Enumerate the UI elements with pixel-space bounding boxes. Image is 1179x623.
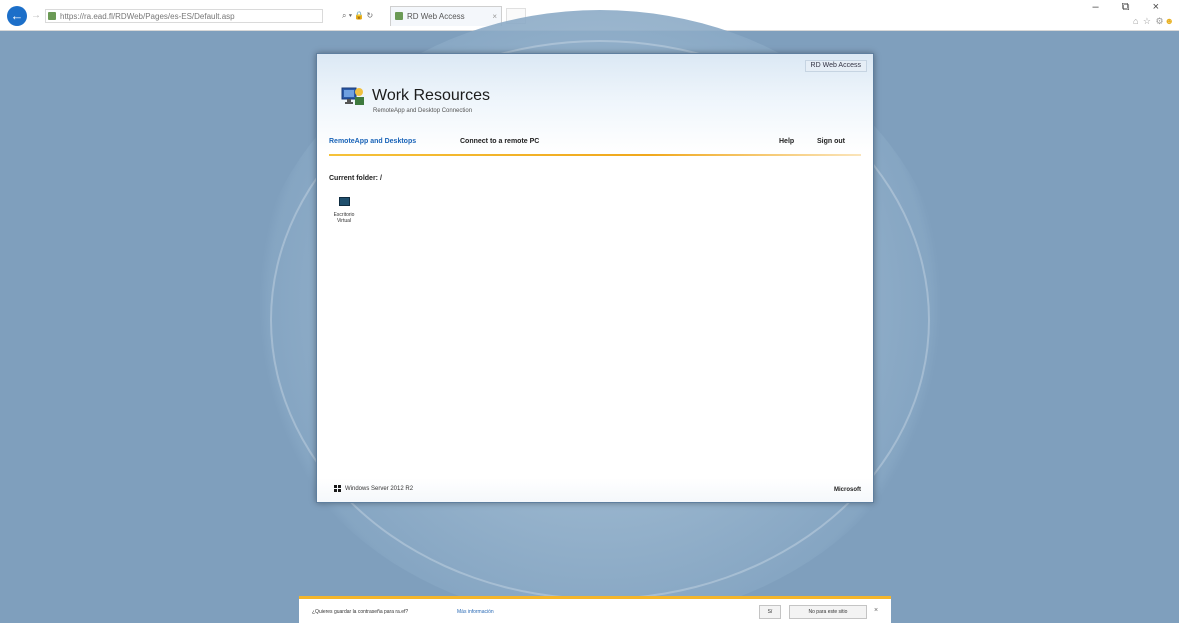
panel-footer: Windows Server 2012 R2 Microsoft	[317, 478, 873, 502]
windows-logo-icon	[334, 485, 342, 493]
more-info-link[interactable]: Más información	[457, 608, 494, 616]
work-resources-logo-icon	[341, 87, 364, 105]
desktop-icon[interactable]	[338, 197, 350, 206]
site-subtitle: RemoteApp and Desktop Connection	[373, 108, 473, 114]
forward-arrow-icon[interactable]: →	[30, 10, 42, 22]
tab-favicon-icon	[395, 12, 403, 20]
resource-label[interactable]: Escritorio Virtual	[329, 212, 359, 224]
tab-rd-web-access[interactable]: RD Web Access ×	[390, 6, 502, 26]
yes-button[interactable]: Sí	[759, 605, 781, 619]
footer-microsoft: Microsoft	[834, 487, 861, 493]
nav-underline	[329, 154, 861, 156]
notification-text: ¿Quieres guardar la contraseña para ra.e…	[312, 609, 409, 615]
site-favicon-icon	[48, 12, 56, 20]
window-controls[interactable]: – ⧉ ×	[1092, 1, 1169, 14]
brand-badge: RD Web Access	[804, 60, 867, 72]
back-arrow-icon[interactable]: ←	[7, 6, 27, 26]
footer-windows-server: Windows Server 2012 R2	[345, 486, 414, 492]
tab-title: RD Web Access	[407, 12, 465, 21]
browser-toolbar-icons[interactable]: ⌂ ☆ ⚙☻	[1133, 16, 1175, 27]
address-url[interactable]: https://ra.ead.fl/RDWeb/Pages/es-ES/Defa…	[60, 11, 235, 22]
sign-out-link[interactable]: Sign out	[817, 137, 845, 147]
tab-connect-to-remote-pc[interactable]: Connect to a remote PC	[460, 137, 539, 147]
address-bar[interactable]: https://ra.ead.fl/RDWeb/Pages/es-ES/Defa…	[45, 9, 323, 23]
address-tools[interactable]: ⌕ ▾ 🔒 ↻	[342, 10, 373, 21]
panel-header: RD Web Access Work Resources RemoteApp a…	[317, 54, 873, 156]
tab-close-icon[interactable]: ×	[492, 11, 497, 22]
main-nav: RemoteApp and Desktops Connect to a remo…	[317, 133, 873, 156]
save-password-notification: ¿Quieres guardar la contraseña para ra.e…	[299, 596, 891, 623]
resource-escritorio-virtual[interactable]: Escritorio Virtual	[329, 197, 359, 233]
rdweb-panel: RD Web Access Work Resources RemoteApp a…	[316, 53, 874, 503]
smiley-icon[interactable]: ☻	[1165, 16, 1175, 26]
tab-remoteapp-and-desktops[interactable]: RemoteApp and Desktops	[329, 137, 416, 147]
current-folder-label: Current folder: /	[329, 175, 382, 182]
site-title: Work Resources	[372, 87, 490, 104]
not-for-this-site-button[interactable]: No para este sitio	[789, 605, 867, 619]
close-icon[interactable]: ×	[874, 606, 878, 616]
help-link[interactable]: Help	[779, 137, 794, 147]
